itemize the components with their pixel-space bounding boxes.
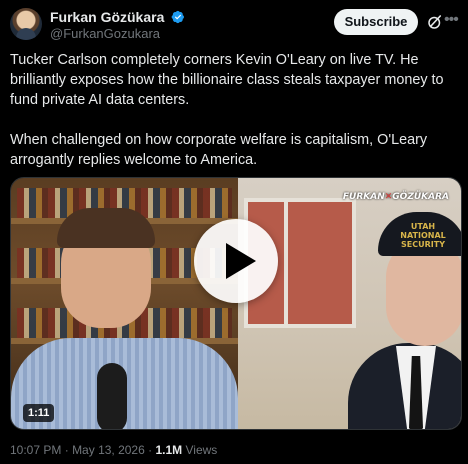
views-count: 1.1M [155,443,183,457]
post: Furkan Gözükara @FurkanGozukara Subscrib… [0,0,468,464]
more-options-icon[interactable]: ••• [444,12,459,31]
subscribe-button[interactable]: Subscribe [334,9,418,35]
watermark: FURKAN✕GÖZÜKARA [343,192,449,202]
meta-separator: · [148,443,153,457]
video-left-pane [11,178,238,429]
views-label: Views [185,443,218,457]
author-display-name-text[interactable]: Furkan Gözükara [50,9,164,25]
watermark-left: FURKAN [342,192,385,202]
cap-text: UTAH NATIONAL SECURITY [388,222,458,249]
verified-badge-icon [171,10,185,24]
post-paragraph-2: When challenged on how corporate welfare… [10,132,428,168]
video-player[interactable]: UTAH NATIONAL SECURITY FURKAN✕GÖZÜKARA 1… [10,177,462,430]
post-time[interactable]: 10:07 PM [10,443,61,457]
grok-icon[interactable] [426,13,444,31]
play-icon[interactable] [194,219,278,303]
watermark-right: GÖZÜKARA [392,192,449,202]
cap-text-line-1: UTAH [410,222,436,231]
left-speaker-hair [57,208,155,248]
video-right-pane: UTAH NATIONAL SECURITY FURKAN✕GÖZÜKARA [238,178,461,429]
post-date[interactable]: May 13, 2026 [72,443,145,457]
meta-separator: · [64,443,69,457]
author-display-name[interactable]: Furkan Gözükara [50,9,185,25]
author-names: Furkan Gözükara @FurkanGozukara [50,9,185,42]
video-duration: 1:11 [23,404,55,422]
post-header: Furkan Gözükara @FurkanGozukara Subscrib… [10,8,459,42]
post-paragraph-1: Tucker Carlson completely corners Kevin … [10,52,444,108]
cap-text-line-2: NATIONAL SECURITY [400,231,446,249]
microphone [97,363,127,429]
post-text: Tucker Carlson completely corners Kevin … [10,50,462,170]
post-meta: 10:07 PM · May 13, 2026 · 1.1M Views [10,443,217,457]
avatar[interactable] [10,8,42,40]
author-handle[interactable]: @FurkanGozukara [50,25,185,42]
